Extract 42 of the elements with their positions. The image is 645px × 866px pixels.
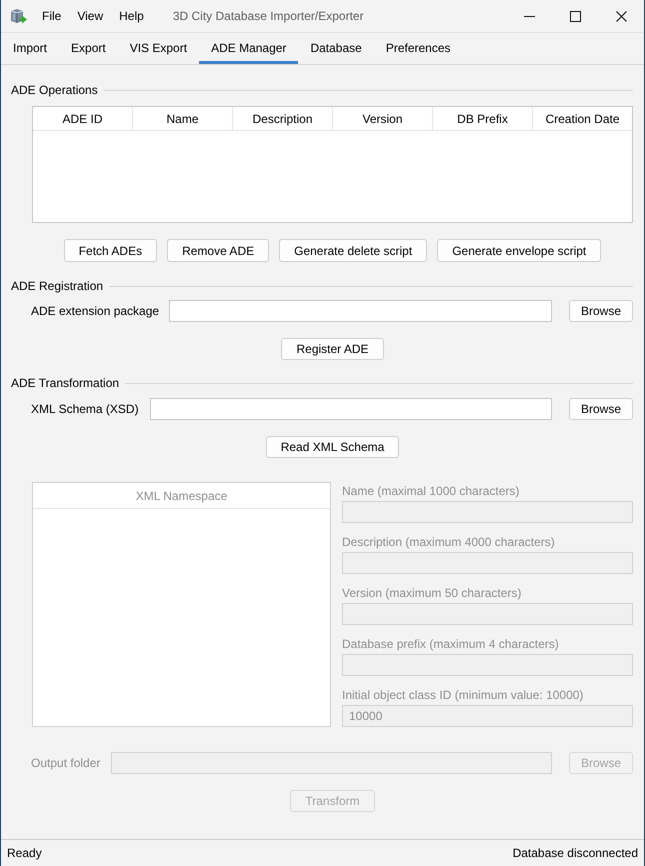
column-header[interactable]: DB Prefix xyxy=(433,107,533,130)
column-header[interactable]: Name xyxy=(133,107,233,130)
schema-path-field[interactable] xyxy=(150,398,552,420)
column-header[interactable]: ADE ID xyxy=(33,107,133,130)
field-label: ADE extension package xyxy=(31,303,160,320)
menu-item[interactable]: Help xyxy=(111,4,152,28)
read-schema-button[interactable]: Read XML Schema xyxy=(266,436,400,458)
column-header[interactable]: Version xyxy=(333,107,433,130)
column-header[interactable]: Description xyxy=(233,107,333,130)
tab[interactable]: Preferences xyxy=(374,33,463,64)
browse-button[interactable]: Browse xyxy=(569,300,633,322)
server-arrow-icon xyxy=(9,7,27,25)
tab[interactable]: Export xyxy=(59,33,118,64)
close-icon xyxy=(616,10,626,22)
menu-item[interactable]: File xyxy=(34,4,70,28)
status-text: Ready xyxy=(7,845,42,862)
action-button[interactable]: Generate delete script xyxy=(279,239,428,262)
status-text: Database disconnected xyxy=(512,845,638,862)
tab[interactable]: ADE Manager xyxy=(199,33,298,64)
field-label: Output folder xyxy=(31,755,100,772)
column-header[interactable]: Creation Date xyxy=(533,107,632,130)
tab[interactable]: Import xyxy=(1,33,60,64)
section-title: ADE Registration xyxy=(11,278,104,295)
browse-button[interactable]: Browse xyxy=(569,398,633,420)
action-button[interactable]: Remove ADE xyxy=(167,239,270,262)
field-label: Database prefix (maximum 4 characters) xyxy=(342,636,560,653)
tab[interactable]: VIS Export xyxy=(118,33,200,64)
action-button[interactable]: Fetch ADEs xyxy=(64,239,158,262)
field-label: XML Schema (XSD) xyxy=(31,401,139,418)
window-title: 3D City Database Importer/Exporter xyxy=(172,8,364,25)
section-title: ADE Operations xyxy=(11,82,98,99)
maximize-icon xyxy=(570,10,580,22)
field-label: Name (maximal 1000 characters) xyxy=(342,483,520,500)
field-label: Initial object class ID (minimum value: 10000) xyxy=(342,687,584,704)
package-path-field[interactable] xyxy=(169,300,552,322)
register-button[interactable]: Register ADE xyxy=(281,338,384,360)
section-title: ADE Transformation xyxy=(11,375,120,392)
menu-item[interactable]: View xyxy=(69,4,112,28)
field-label: Version (maximum 50 characters) xyxy=(342,585,522,602)
tab[interactable]: Database xyxy=(298,33,374,64)
field-label: Description (maximum 4000 characters) xyxy=(342,534,556,551)
action-button[interactable]: Generate envelope script xyxy=(437,239,602,262)
